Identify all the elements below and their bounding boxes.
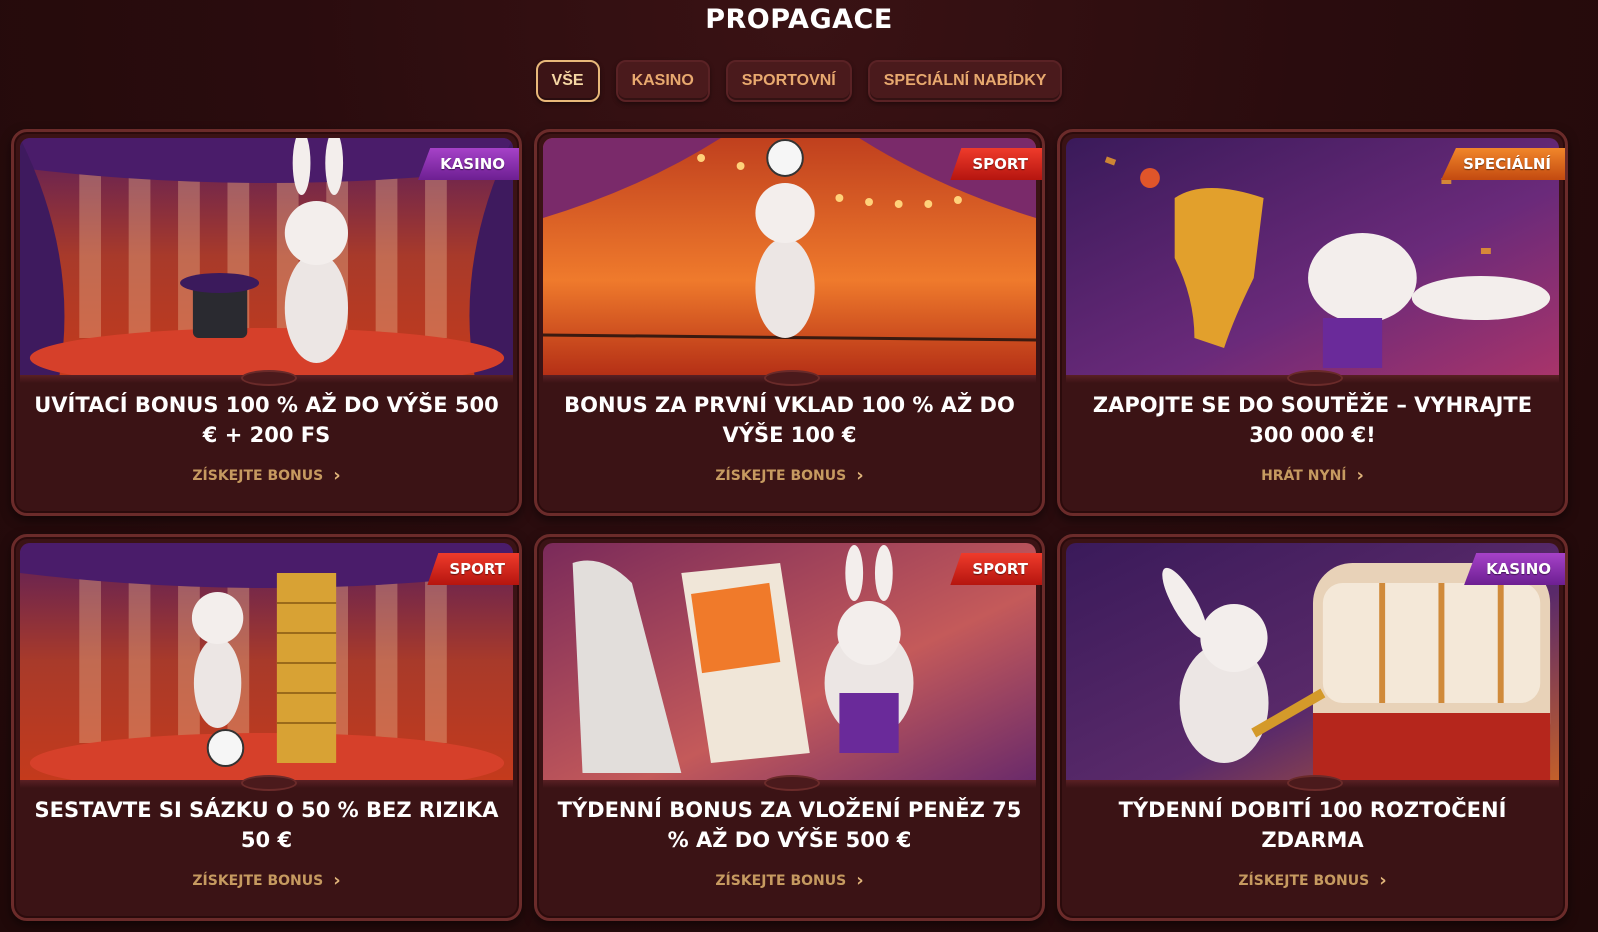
get-bonus-link[interactable]: ZÍSKEJTE BONUS › <box>537 870 1042 891</box>
get-bonus-link[interactable]: ZÍSKEJTE BONUS › <box>537 465 1042 486</box>
get-bonus-link[interactable]: ZÍSKEJTE BONUS › <box>14 465 519 486</box>
promo-title: TÝDENNÍ DOBITÍ 100 ROZTOČENÍ ZDARMA <box>1118 798 1507 852</box>
promo-title: ZAPOJTE SE DO SOUTĚŽE – VYHRAJTE 300 000… <box>1092 393 1533 447</box>
tab-sport[interactable]: SPORTOVNÍ <box>725 60 852 102</box>
category-badge: SPORT <box>950 148 1042 180</box>
cta-label: ZÍSKEJTE BONUS <box>715 872 847 889</box>
ornament <box>240 775 297 791</box>
category-badge: KASINO <box>418 148 519 180</box>
category-badge: SPORT <box>427 553 519 585</box>
category-badge: SPECIÁLNÍ <box>1441 148 1565 180</box>
promo-card[interactable]: SPORT SESTAVTE SI SÁZKU O 50 % BEZ RIZIK… <box>11 534 522 921</box>
page-title: PROPAGACE <box>705 4 893 35</box>
promo-card[interactable]: KASINO TÝDENNÍ DOBITÍ 100 ROZTOČENÍ ZDAR… <box>1057 534 1568 921</box>
ornament <box>1286 775 1343 791</box>
category-badge: SPORT <box>950 553 1042 585</box>
tab-all[interactable]: VŠE <box>535 60 600 102</box>
get-bonus-link[interactable]: ZÍSKEJTE BONUS › <box>14 870 519 891</box>
cta-label: ZÍSKEJTE BONUS <box>715 467 847 484</box>
ornament <box>763 775 820 791</box>
cta-label: ZÍSKEJTE BONUS <box>1238 872 1370 889</box>
chevron-right-icon: › <box>333 465 341 486</box>
promo-card[interactable]: SPECIÁLNÍ ZAPOJTE SE DO SOUTĚŽE – VYHRAJ… <box>1057 129 1568 516</box>
chevron-right-icon: › <box>856 870 864 891</box>
ornament <box>1286 370 1343 386</box>
cta-label: HRÁT NYNÍ <box>1261 467 1347 484</box>
promo-title: BONUS ZA PRVNÍ VKLAD 100 % AŽ DO VÝŠE 10… <box>564 393 1015 447</box>
cta-label: ZÍSKEJTE BONUS <box>192 467 324 484</box>
get-bonus-link[interactable]: ZÍSKEJTE BONUS › <box>1060 870 1565 891</box>
promo-title: TÝDENNÍ BONUS ZA VLOŽENÍ PENĚZ 75 % AŽ D… <box>557 798 1022 852</box>
category-badge: KASINO <box>1464 553 1565 585</box>
cta-label: ZÍSKEJTE BONUS <box>192 872 324 889</box>
promo-card[interactable]: SPORT TÝDENNÍ BONUS ZA VLOŽENÍ PENĚZ 75 … <box>534 534 1045 921</box>
tab-special-offers[interactable]: SPECIÁLNÍ NABÍDKY <box>867 60 1063 102</box>
promo-title: SESTAVTE SI SÁZKU O 50 % BEZ RIZIKA 50 € <box>34 798 499 852</box>
promo-card[interactable]: SPORT BONUS ZA PRVNÍ VKLAD 100 % AŽ DO V… <box>534 129 1045 516</box>
filter-tabs: VŠE KASINO SPORTOVNÍ SPECIÁLNÍ NABÍDKY <box>0 60 1598 102</box>
chevron-right-icon: › <box>856 465 864 486</box>
tab-casino[interactable]: KASINO <box>615 60 710 102</box>
chevron-right-icon: › <box>1379 870 1387 891</box>
chevron-right-icon: › <box>1356 465 1364 486</box>
chevron-right-icon: › <box>333 870 341 891</box>
promo-card[interactable]: KASINO UVÍTACÍ BONUS 100 % AŽ DO VÝŠE 50… <box>11 129 522 516</box>
play-now-link[interactable]: HRÁT NYNÍ › <box>1060 465 1565 486</box>
promo-title: UVÍTACÍ BONUS 100 % AŽ DO VÝŠE 500 € + 2… <box>34 393 499 447</box>
ornament <box>763 370 820 386</box>
ornament <box>240 370 297 386</box>
